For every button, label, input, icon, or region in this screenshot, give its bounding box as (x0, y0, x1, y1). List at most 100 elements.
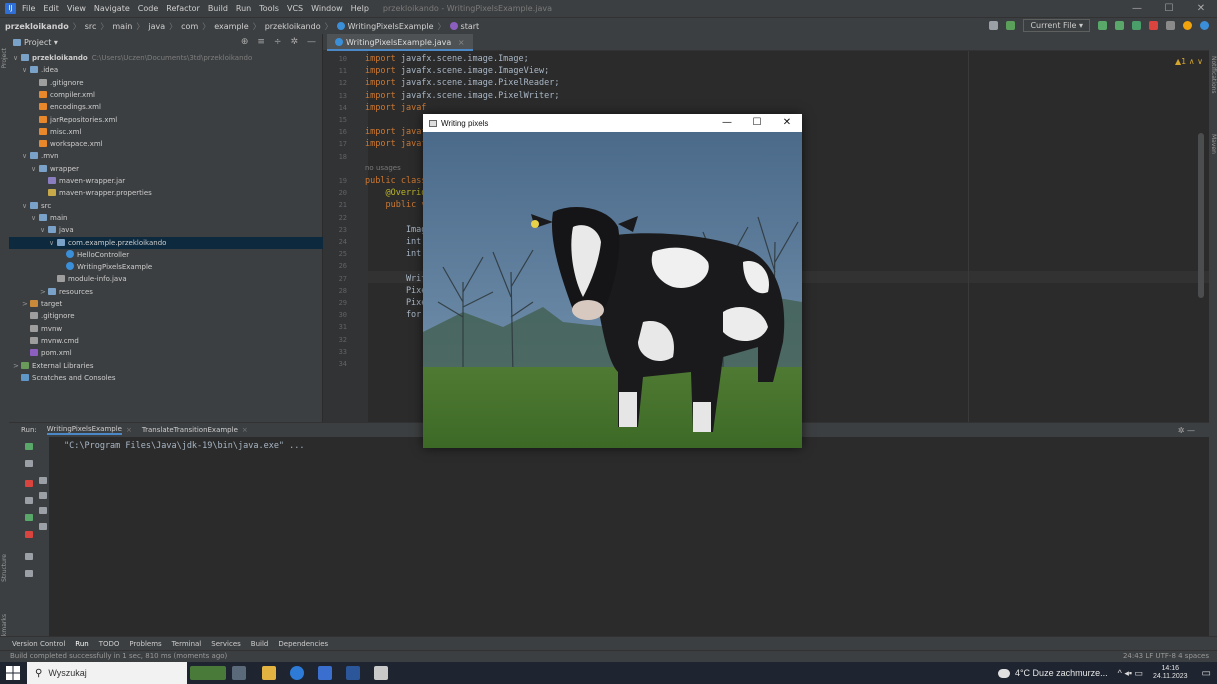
stop-icon[interactable] (1149, 21, 1158, 30)
menu-view[interactable]: View (67, 4, 86, 13)
build-hammer-icon[interactable] (1006, 21, 1016, 30)
tree-item[interactable]: .gitignore (9, 310, 323, 322)
terminal-button[interactable]: Terminal (172, 640, 202, 648)
pin-icon[interactable] (25, 570, 33, 577)
tree-item[interactable]: HelloController (9, 249, 323, 261)
tree-expand-arrow-icon[interactable]: ∨ (13, 52, 21, 64)
windows-start-icon[interactable] (6, 666, 20, 680)
fx-window-titlebar[interactable]: Writing pixels — ☐ ✕ (423, 114, 802, 132)
breadcrumb-java[interactable]: java (148, 22, 165, 31)
todo-button[interactable]: TODO (99, 640, 120, 648)
tree-expand-arrow-icon[interactable]: ∨ (31, 212, 39, 224)
tree-item[interactable]: jarRepositories.xml (9, 114, 323, 126)
build-button[interactable]: Build (251, 640, 269, 648)
breadcrumb-class[interactable]: WritingPixelsExample (348, 22, 434, 31)
fx-maximize-button[interactable]: ☐ (742, 114, 772, 132)
structure-tool-button[interactable]: Structure (1, 554, 8, 582)
close-run-tab-icon[interactable]: × (242, 426, 248, 434)
java-app-taskbar-icon[interactable] (374, 666, 388, 680)
tree-item[interactable]: compiler.xml (9, 89, 323, 101)
chrome-icon[interactable] (290, 666, 304, 680)
run-tab-writing-pixels[interactable]: WritingPixelsExample (46, 425, 122, 435)
clock[interactable]: 14:16 24.11.2023 (1153, 665, 1188, 681)
notifications-tool-button[interactable]: Notifications (1210, 56, 1217, 94)
javafx-writing-pixels-window[interactable]: Writing pixels — ☐ ✕ (423, 114, 802, 448)
status-right-info[interactable]: 24:43 LF UTF-8 4 spaces (1123, 652, 1209, 660)
services-button[interactable]: Services (211, 640, 241, 648)
tree-item[interactable]: ∨ java (9, 224, 323, 236)
menu-refactor[interactable]: Refactor (166, 4, 200, 13)
tree-item[interactable]: ∨ main (9, 212, 323, 224)
close-tab-icon[interactable]: × (458, 38, 465, 47)
search-icon[interactable] (1166, 21, 1175, 30)
breadcrumb-package[interactable]: przekloikando (265, 22, 321, 31)
problems-button[interactable]: Problems (129, 640, 161, 648)
run-tab-translate-transition[interactable]: TranslateTransitionExample (142, 426, 238, 434)
minimize-button[interactable]: — (1121, 0, 1153, 17)
breadcrumb-example[interactable]: example (214, 22, 248, 31)
tree-expand-arrow-icon[interactable]: ∨ (49, 237, 57, 249)
close-run-tab-icon[interactable]: × (126, 426, 132, 434)
tree-item[interactable]: maven-wrapper.jar (9, 175, 323, 187)
tree-expand-arrow-icon[interactable]: ∨ (22, 150, 30, 162)
tree-expand-arrow-icon[interactable]: ∨ (31, 163, 39, 175)
inspection-warnings-indicator[interactable]: ▲1 ∧ ∨ (1175, 57, 1203, 66)
tree-item[interactable]: workspace.xml (9, 138, 323, 150)
tree-item[interactable]: pom.xml (9, 347, 323, 359)
settings-icon[interactable] (25, 514, 33, 521)
tree-expand-arrow-icon[interactable]: > (40, 286, 48, 298)
close-button[interactable]: ✕ (1185, 0, 1217, 17)
menu-vcs[interactable]: VCS (287, 4, 303, 13)
version-control-button[interactable]: Version Control (12, 640, 65, 648)
dependencies-button[interactable]: Dependencies (278, 640, 328, 648)
tree-item[interactable]: ∨ com.example.przekloikando (9, 236, 323, 249)
clear-icon[interactable] (39, 523, 47, 530)
tray-icons[interactable]: ^ ◂▪ ▭ (1118, 668, 1143, 679)
locate-icon[interactable]: ⊕ (241, 37, 249, 47)
breadcrumb-main[interactable]: main (112, 22, 132, 31)
weather-status[interactable]: 4°C Duze zachmurze... (1015, 668, 1108, 678)
run-icon[interactable] (1098, 21, 1107, 30)
breadcrumb-com[interactable]: com (181, 22, 198, 31)
menu-edit[interactable]: Edit (43, 4, 59, 13)
menu-build[interactable]: Build (208, 4, 228, 13)
run-button[interactable]: Run (75, 640, 88, 648)
tree-item[interactable]: misc.xml (9, 126, 323, 138)
project-view-select[interactable]: Project ▾ (24, 38, 58, 47)
taskbar-search-box[interactable]: ⚲ Wyszukaj (27, 662, 187, 684)
tree-item[interactable]: > External Libraries (9, 360, 323, 372)
layout-icon[interactable] (25, 553, 33, 560)
editor-scrollbar[interactable] (1198, 133, 1204, 298)
tree-expand-arrow-icon[interactable]: > (22, 298, 30, 310)
menu-tools[interactable]: Tools (259, 4, 279, 13)
tree-item[interactable]: maven-wrapper.properties (9, 187, 323, 199)
collapse-all-icon[interactable]: ÷ (274, 37, 282, 47)
tree-item[interactable]: encodings.xml (9, 101, 323, 113)
tree-expand-arrow-icon[interactable]: ∨ (22, 64, 30, 76)
search-highlight-icon[interactable] (190, 666, 226, 680)
tree-item[interactable]: Scratches and Consoles (9, 372, 323, 384)
tab-writing-pixels-example[interactable]: WritingPixelsExample.java × (327, 34, 473, 51)
camera-icon[interactable] (25, 497, 33, 504)
project-tool-button[interactable]: Project (1, 48, 8, 69)
intellij-taskbar-icon[interactable] (318, 666, 332, 680)
hide-panel-icon[interactable]: — (307, 37, 316, 47)
fx-close-button[interactable]: ✕ (772, 114, 802, 132)
menu-help[interactable]: Help (351, 4, 369, 13)
tree-item[interactable]: .gitignore (9, 77, 323, 89)
run-configuration-select[interactable]: Current File ▾ (1023, 19, 1090, 32)
tree-item[interactable]: WritingPixelsExample (9, 261, 323, 273)
menu-code[interactable]: Code (138, 4, 158, 13)
notification-center-icon[interactable]: ▭ (1202, 668, 1211, 679)
fx-minimize-button[interactable]: — (712, 114, 742, 132)
tree-item[interactable]: module-info.java (9, 273, 323, 285)
tree-item[interactable]: ∨ wrapper (9, 163, 323, 175)
scroll-end-icon[interactable] (39, 492, 47, 499)
tree-item[interactable]: mvnw.cmd (9, 335, 323, 347)
tree-item[interactable]: ∨ przekloikando C:\Users\Uczen\Documents\3… (9, 52, 323, 64)
task-view-icon[interactable] (232, 666, 246, 680)
tree-expand-arrow-icon[interactable]: ∨ (22, 200, 30, 212)
coverage-icon[interactable] (1132, 21, 1141, 30)
menu-run[interactable]: Run (236, 4, 251, 13)
breadcrumb-src[interactable]: src (85, 22, 97, 31)
